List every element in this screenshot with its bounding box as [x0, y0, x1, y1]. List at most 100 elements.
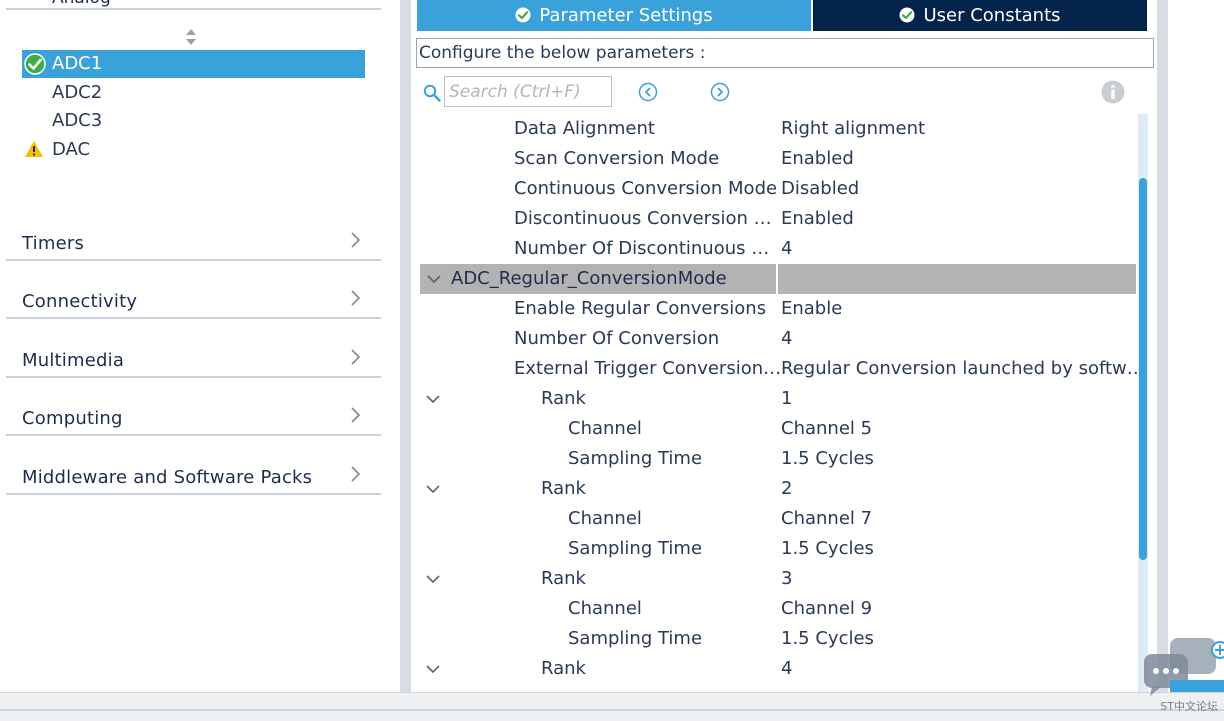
- configuration-panel: Parameter Settings User Constants Config…: [411, 0, 1157, 692]
- param-name: Data Alignment: [514, 118, 655, 139]
- param-value: 1.5 Cycles: [781, 448, 874, 469]
- param-name: Sampling Time: [568, 538, 703, 559]
- tab-label: Parameter Settings: [539, 5, 713, 26]
- param-name: Rank: [541, 568, 586, 589]
- param-value: Regular Conversion launched by softw…: [781, 358, 1145, 379]
- splitter[interactable]: [1157, 0, 1168, 692]
- param-name: Number Of Discontinuous …: [514, 238, 770, 259]
- warning-icon: [25, 141, 43, 157]
- chevron-down-icon: [427, 275, 441, 284]
- group-label: ADC_Regular_ConversionMode: [451, 268, 727, 289]
- tab-parameter-settings[interactable]: Parameter Settings: [417, 0, 811, 31]
- tree-item-label: DAC: [52, 139, 91, 160]
- tree-item-dac[interactable]: DAC: [22, 136, 365, 164]
- param-name: Rank: [541, 478, 586, 499]
- param-value: 3: [781, 568, 793, 589]
- group-row-adc-regular-conversionmode[interactable]: ADC_Regular_ConversionMode: [420, 264, 1136, 294]
- chevron-down-icon[interactable]: [425, 663, 441, 675]
- param-row[interactable]: Number Of Discontinuous … 4: [411, 234, 1137, 264]
- param-value: 1.5 Cycles: [781, 628, 874, 649]
- splitter[interactable]: [400, 0, 411, 692]
- tree-item-adc2[interactable]: ADC2: [22, 79, 365, 107]
- chat-bubble-icon: [1144, 638, 1224, 696]
- category-middleware[interactable]: Middleware and Software Packs: [6, 453, 381, 495]
- param-value: Enable: [781, 298, 843, 319]
- param-row[interactable]: Scan Conversion Mode Enabled: [411, 144, 1137, 174]
- chevron-down-icon[interactable]: [425, 393, 441, 405]
- category-computing[interactable]: Computing: [6, 394, 381, 436]
- rank-row[interactable]: Rank 4: [411, 654, 1137, 684]
- param-value: Channel 7: [781, 508, 873, 529]
- chevron-right-icon: [351, 232, 361, 248]
- param-value: Channel 9: [781, 598, 873, 619]
- param-name: Channel: [568, 508, 642, 529]
- tab-user-constants[interactable]: User Constants: [813, 0, 1147, 31]
- param-name: Sampling Time: [568, 628, 703, 649]
- param-row[interactable]: Channel Channel 9: [411, 594, 1137, 624]
- category-label: Computing: [22, 408, 123, 429]
- param-value: Right alignment: [781, 118, 926, 139]
- check-circle-icon: [899, 7, 915, 23]
- param-name: Discontinuous Conversion …: [514, 208, 772, 229]
- parameter-tree: Data Alignment Right alignment Scan Conv…: [411, 114, 1147, 692]
- search-previous-icon[interactable]: [638, 82, 658, 102]
- watermark-text: ST中文论坛: [1160, 700, 1218, 713]
- tree-item-adc3[interactable]: ADC3: [22, 107, 365, 135]
- param-row[interactable]: Discontinuous Conversion … Enabled: [411, 204, 1137, 234]
- param-value: 4: [781, 238, 793, 259]
- rank-row[interactable]: Rank 3: [411, 564, 1137, 594]
- tree-item-label: ADC2: [52, 82, 103, 103]
- left-panel: Analog ADC1 ADC2 ADC3 DAC Timers Connect…: [0, 0, 400, 692]
- tree-item-label: ADC3: [52, 110, 103, 131]
- divider: [6, 8, 381, 10]
- info-icon[interactable]: [1101, 80, 1125, 104]
- divider: [0, 709, 1224, 711]
- param-name: Rank: [541, 658, 586, 679]
- chevron-down-icon[interactable]: [425, 573, 441, 585]
- param-row[interactable]: Sampling Time 1.5 Cycles: [411, 624, 1137, 654]
- param-row[interactable]: Sampling Time 1.5 Cycles: [411, 444, 1137, 474]
- search-input[interactable]: [444, 76, 612, 107]
- configure-header: Configure the below parameters :: [416, 38, 1154, 68]
- param-name: External Trigger Conversion…: [514, 358, 782, 379]
- param-row[interactable]: Continuous Conversion Mode Disabled: [411, 174, 1137, 204]
- category-connectivity[interactable]: Connectivity: [6, 277, 381, 319]
- param-row[interactable]: Data Alignment Right alignment: [411, 114, 1137, 144]
- column-divider: [776, 264, 778, 294]
- check-circle-icon: [515, 7, 531, 23]
- chevron-right-icon: [351, 290, 361, 306]
- param-row[interactable]: Number Of Conversion 4: [411, 324, 1137, 354]
- rank-row[interactable]: Rank 1: [411, 384, 1137, 414]
- tree-item-adc1[interactable]: ADC1: [22, 50, 365, 78]
- sort-icon[interactable]: [184, 28, 198, 46]
- category-multimedia[interactable]: Multimedia: [6, 336, 381, 378]
- param-row[interactable]: Sampling Time 1.5 Cycles: [411, 534, 1137, 564]
- scrollbar-thumb[interactable]: [1139, 178, 1147, 560]
- category-timers[interactable]: Timers: [6, 219, 381, 261]
- param-name: Enable Regular Conversions: [514, 298, 767, 319]
- right-panel: [1168, 0, 1224, 692]
- rank-row[interactable]: Rank 2: [411, 474, 1137, 504]
- param-row[interactable]: Channel Channel 7: [411, 504, 1137, 534]
- param-name: Continuous Conversion Mode: [514, 178, 778, 199]
- tree-item-label: ADC1: [52, 53, 103, 74]
- chevron-down-icon[interactable]: [425, 483, 441, 495]
- param-name: Channel: [568, 598, 642, 619]
- param-value: 1.5 Cycles: [781, 538, 874, 559]
- param-value: 1: [781, 388, 793, 409]
- chevron-right-icon: [351, 349, 361, 365]
- search-icon: [423, 84, 441, 102]
- param-value: 4: [781, 328, 793, 349]
- search-next-icon[interactable]: [710, 82, 730, 102]
- param-row[interactable]: Enable Regular Conversions Enable: [411, 294, 1137, 324]
- bottom-bar: [0, 692, 1224, 721]
- param-row[interactable]: Channel Channel 5: [411, 414, 1137, 444]
- category-label: Middleware and Software Packs: [22, 467, 313, 488]
- category-label-analog: Analog: [52, 0, 111, 8]
- tab-label: User Constants: [923, 5, 1061, 26]
- watermark: ST中文论坛: [1140, 630, 1224, 720]
- param-name: Channel: [568, 418, 642, 439]
- category-label: Timers: [22, 233, 85, 254]
- param-value: Disabled: [781, 178, 860, 199]
- param-row[interactable]: External Trigger Conversion… Regular Con…: [411, 354, 1145, 384]
